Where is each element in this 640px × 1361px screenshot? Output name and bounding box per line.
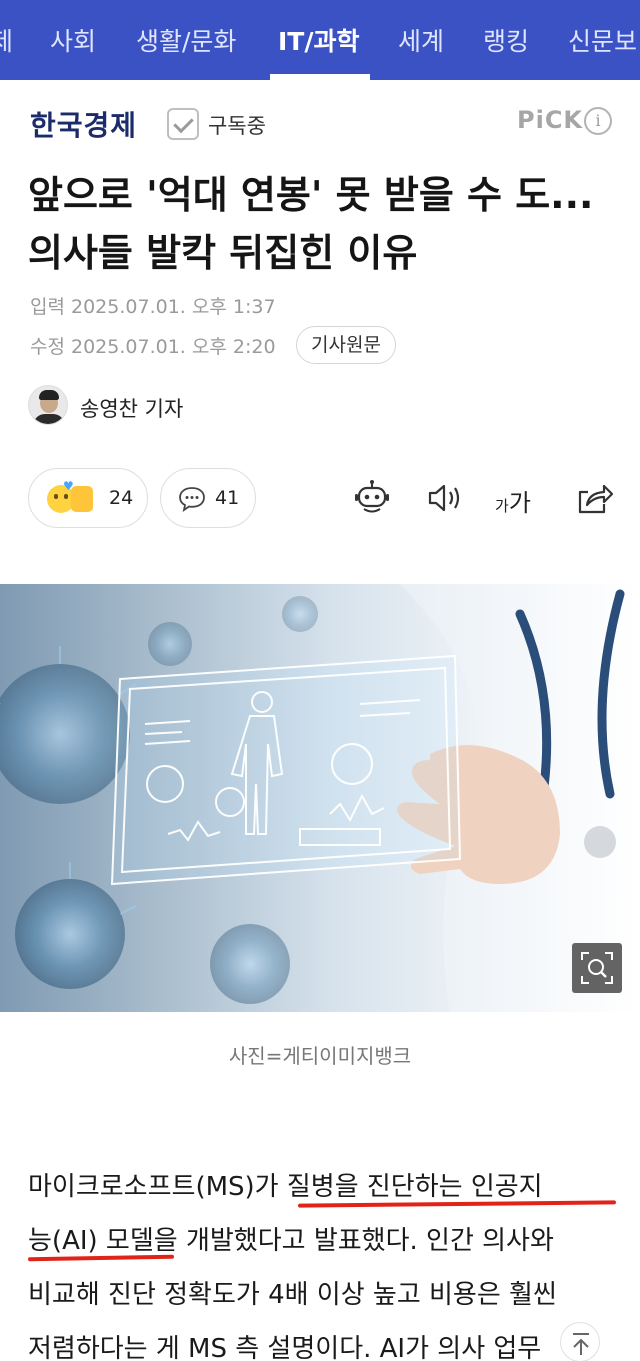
comment-icon [179, 487, 205, 513]
font-size-big-label: 가 [508, 489, 531, 517]
image-zoom-button[interactable] [572, 943, 622, 993]
pick-badge: PiCK [517, 106, 584, 134]
subscribe-status[interactable]: 구독중 [208, 110, 266, 140]
body-line: 비교해 진단 정확도가 4배 이상 높고 비용은 훨씬 [28, 1280, 557, 1310]
reporter-avatar[interactable] [28, 385, 68, 425]
article-headline: 앞으로 '억대 연봉' 못 받을 수 도...의사들 발칵 뒤집힌 이유 [28, 173, 594, 275]
comment-button[interactable]: 41 [160, 468, 256, 528]
nav-tab-economy[interactable]: 제 [0, 22, 13, 58]
subscribed-check-icon[interactable] [167, 108, 199, 140]
info-icon[interactable]: i [584, 107, 612, 135]
press-logo[interactable]: 한국경제 [30, 104, 137, 144]
summary-bot-icon[interactable] [352, 478, 392, 518]
scroll-to-top-button[interactable] [560, 1322, 600, 1361]
nav-tab-ranking[interactable]: 랭킹 [483, 22, 529, 58]
comment-count: 41 [215, 487, 240, 509]
reaction-button[interactable]: ♥ 24 [28, 468, 148, 528]
body-line: 저렴하다는 게 MS 측 설명이다. AI가 의사 업무 [28, 1334, 542, 1361]
font-size-small-label: 가 [495, 497, 509, 515]
modified-time: 수정 2025.07.01. 오후 2:20 [30, 336, 276, 358]
zoom-icon [581, 952, 613, 984]
reporter-name[interactable]: 송영찬 기자 [80, 393, 183, 423]
nav-tab-it-science[interactable]: IT/과학 [278, 22, 360, 58]
nav-tab-society[interactable]: 사회 [50, 22, 96, 58]
image-caption: 사진=게티이미지뱅크 [228, 1044, 412, 1068]
reaction-count: 24 [109, 487, 134, 509]
original-article-button[interactable]: 기사원문 [296, 326, 396, 364]
speaker-icon[interactable] [424, 478, 464, 518]
nav-tab-life-culture[interactable]: 생활/문화 [136, 22, 236, 58]
share-icon[interactable] [574, 478, 614, 518]
nav-tab-newspaper[interactable]: 신문보 [568, 22, 637, 58]
nav-tab-world[interactable]: 세계 [398, 22, 444, 58]
font-size-button[interactable]: 가가 [495, 483, 531, 518]
article-image[interactable] [0, 584, 640, 1012]
arrow-up-icon [573, 1333, 589, 1355]
body-line: 능(AI) 모델을 개발했다고 발표했다. 인간 의사와 [28, 1226, 554, 1256]
category-nav: 제 사회 생활/문화 IT/과학 세계 랭킹 신문보 [0, 0, 640, 80]
article-body: 마이크로소프트(MS)가 질병을 진단하는 인공지 능(AI) 모델을 개발했다… [28, 1160, 620, 1361]
thumbs-up-icon [71, 486, 93, 512]
published-time: 입력 2025.07.01. 오후 1:37 [30, 296, 276, 318]
active-tab-indicator [270, 74, 370, 80]
